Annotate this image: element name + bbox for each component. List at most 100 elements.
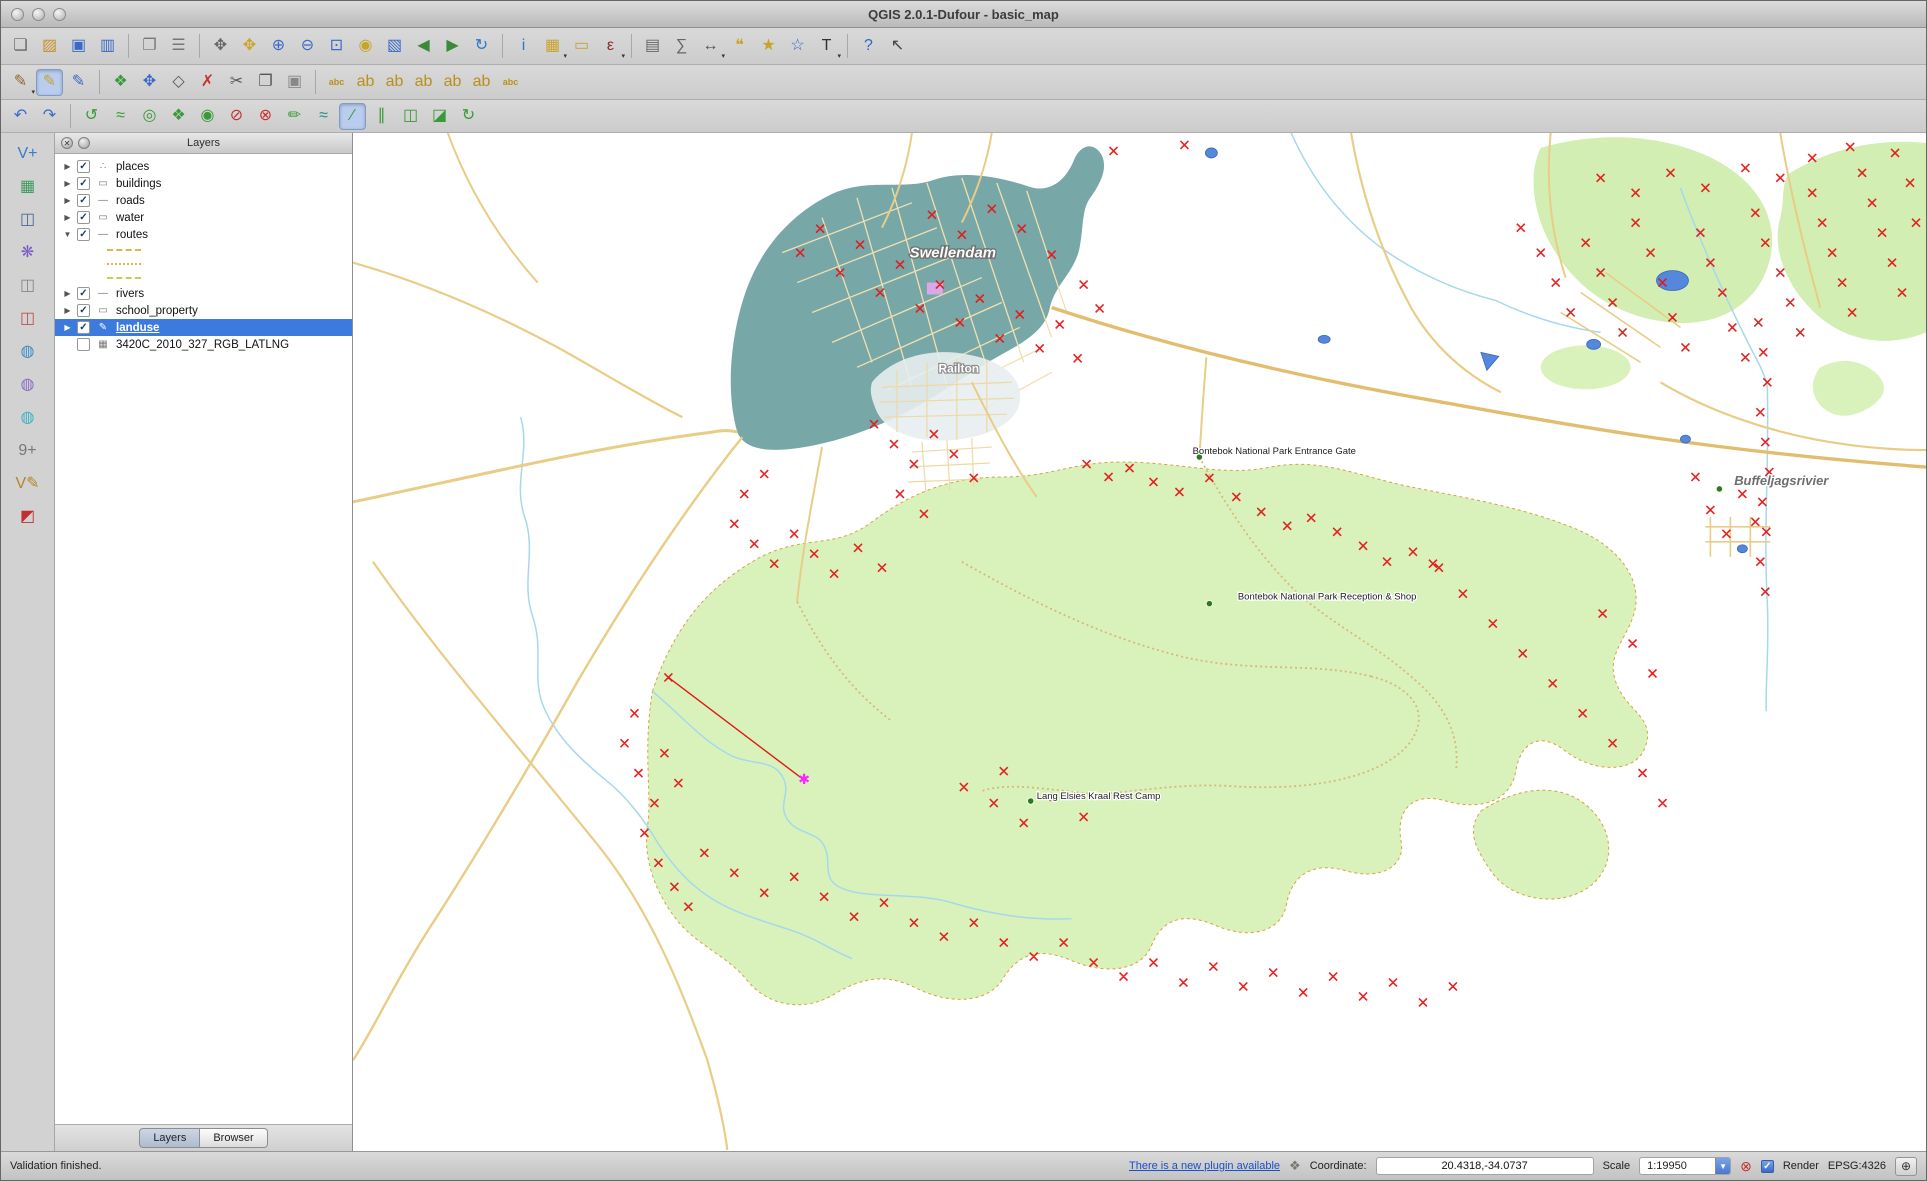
expander-icon[interactable]: ▶ [62, 196, 73, 205]
new-project-button[interactable]: ❏ [7, 33, 34, 60]
layer-visibility-checkbox[interactable]: ✓ [77, 321, 90, 334]
layer-item-places[interactable]: ▶✓∴places [55, 158, 352, 175]
cut-features-button[interactable]: ✂ [223, 69, 250, 96]
add-wfs-layer-button[interactable]: ◍ [13, 403, 43, 433]
pin-labels-button[interactable]: ab [381, 69, 408, 96]
add-vector-layer-button[interactable]: V+ [13, 139, 43, 169]
add-raster-layer-button[interactable]: ▦ [13, 172, 43, 202]
reshape-features-button[interactable]: ✏ [281, 103, 308, 130]
layer-item-landuse[interactable]: ▶✓✎landuse [55, 319, 352, 336]
offset-curve-button[interactable]: ≈ [310, 103, 337, 130]
paste-features-button[interactable]: ▣ [281, 69, 308, 96]
symbology-item[interactable] [55, 271, 352, 285]
map-tips-button[interactable]: ❝ [726, 33, 753, 60]
add-ring-button[interactable]: ◎ [136, 103, 163, 130]
expander-icon[interactable]: ▶ [62, 162, 73, 171]
panel-close-button[interactable]: ✕ [61, 137, 73, 149]
add-postgis-layer-button[interactable]: ◫ [13, 205, 43, 235]
undo-button[interactable]: ↶ [7, 103, 34, 130]
layer-visibility-checkbox[interactable]: ✓ [77, 287, 90, 300]
select-by-expression-button[interactable]: ε▾ [597, 33, 624, 60]
fill-ring-button[interactable]: ◉ [194, 103, 221, 130]
layer-visibility-checkbox[interactable]: ✓ [77, 304, 90, 317]
map-canvas[interactable]: ✱ SwellendamRailtonBontebok National Par… [353, 133, 1926, 1151]
expander-icon[interactable]: ▶ [62, 213, 73, 222]
layer-visibility-checkbox[interactable]: ✓ [77, 211, 90, 224]
layer-visibility-checkbox[interactable]: ✓ [77, 177, 90, 190]
new-print-composer-button[interactable]: ❐ [136, 33, 163, 60]
current-edits-button[interactable]: ✎▾ [7, 69, 34, 96]
rotate-label-button[interactable]: ab [468, 69, 495, 96]
delete-selected-button[interactable]: ✗ [194, 69, 221, 96]
coordinate-input[interactable] [1376, 1157, 1594, 1175]
layer-labeling-button[interactable]: abc [323, 69, 350, 96]
open-project-button[interactable]: ▨ [36, 33, 63, 60]
render-checkbox[interactable]: ✓ [1761, 1160, 1774, 1173]
rotate-feature-button[interactable]: ↺ [78, 103, 105, 130]
merge-attributes-button[interactable]: ◪ [426, 103, 453, 130]
show-bookmarks-button[interactable]: ☆ [784, 33, 811, 60]
rotate-point-symbols-button[interactable]: ↻ [455, 103, 482, 130]
layer-item-buildings[interactable]: ▶✓▭buildings [55, 175, 352, 192]
layer-visibility-checkbox[interactable]: ✓ [77, 160, 90, 173]
layer-item-routes[interactable]: ▼✓—routes [55, 226, 352, 243]
layer-item-3420C_2010_327_RGB_LATLNG[interactable]: ▦3420C_2010_327_RGB_LATLNG [55, 336, 352, 353]
split-parts-button[interactable]: ∥ [368, 103, 395, 130]
symbology-item[interactable] [55, 257, 352, 271]
scale-dropdown-arrow-icon[interactable]: ▼ [1715, 1158, 1730, 1174]
move-label-button[interactable]: ab [439, 69, 466, 96]
new-plugin-link[interactable]: There is a new plugin available [1129, 1160, 1280, 1172]
add-wcs-layer-button[interactable]: ◍ [13, 370, 43, 400]
expander-icon[interactable]: ▼ [62, 230, 73, 239]
expander-icon[interactable]: ▶ [62, 323, 73, 332]
move-feature-button[interactable]: ✥ [136, 69, 163, 96]
zoom-to-selection-button[interactable]: ◉ [352, 33, 379, 60]
measure-line-button[interactable]: ↔▾ [697, 33, 724, 60]
select-features-button[interactable]: ▦▾ [539, 33, 566, 60]
symbology-item[interactable] [55, 243, 352, 257]
plugin-icon[interactable]: ❖ [1289, 1158, 1301, 1174]
pan-to-selection-button[interactable]: ✥ [236, 33, 263, 60]
panel-tab-browser[interactable]: Browser [200, 1128, 267, 1148]
zoom-in-button[interactable]: ⊕ [265, 33, 292, 60]
toggle-editing-button[interactable]: ✎ [36, 69, 63, 96]
crs-status-button[interactable]: ⊕ [1895, 1157, 1917, 1176]
layer-item-rivers[interactable]: ▶✓—rivers [55, 285, 352, 302]
stop-render-icon[interactable]: ⊗ [1740, 1158, 1752, 1175]
add-spatialite-layer-button[interactable]: ❋ [13, 238, 43, 268]
new-spatialite-layer-button[interactable]: ◩ [13, 502, 43, 532]
expander-icon[interactable]: ▶ [62, 179, 73, 188]
layer-item-roads[interactable]: ▶✓—roads [55, 192, 352, 209]
redo-button[interactable]: ↷ [36, 103, 63, 130]
delete-ring-button[interactable]: ⊘ [223, 103, 250, 130]
layer-visibility-checkbox[interactable]: ✓ [77, 194, 90, 207]
pan-map-button[interactable]: ✥ [207, 33, 234, 60]
scale-combo[interactable]: 1:19950 ▼ [1639, 1157, 1731, 1175]
copy-features-button[interactable]: ❐ [252, 69, 279, 96]
layer-visibility-checkbox[interactable]: ✓ [77, 228, 90, 241]
composer-manager-button[interactable]: ☰ [165, 33, 192, 60]
delete-part-button[interactable]: ⊗ [252, 103, 279, 130]
add-mssql-layer-button[interactable]: ◫ [13, 271, 43, 301]
merge-features-button[interactable]: ◫ [397, 103, 424, 130]
identify-features-button[interactable]: i [510, 33, 537, 60]
text-annotation-button[interactable]: T▾ [813, 33, 840, 60]
simplify-feature-button[interactable]: ≈ [107, 103, 134, 130]
expander-icon[interactable]: ▶ [62, 289, 73, 298]
expander-icon[interactable]: ▶ [62, 306, 73, 315]
zoom-out-button[interactable]: ⊖ [294, 33, 321, 60]
whats-this-button[interactable]: ↖ [884, 33, 911, 60]
add-feature-button[interactable]: ❖ [107, 69, 134, 96]
panel-tab-layers[interactable]: Layers [139, 1128, 200, 1148]
node-tool-button[interactable]: ◇ [165, 69, 192, 96]
save-project-button[interactable]: ▣ [65, 33, 92, 60]
new-shapefile-layer-button[interactable]: V✎ [13, 469, 43, 499]
layer-item-school_property[interactable]: ▶✓▭school_property [55, 302, 352, 319]
zoom-last-button[interactable]: ◀ [410, 33, 437, 60]
add-delimited-text-layer-button[interactable]: 9+ [13, 436, 43, 466]
save-layer-edits-button[interactable]: ✎ [65, 69, 92, 96]
add-oracle-layer-button[interactable]: ◫ [13, 304, 43, 334]
add-wms-layer-button[interactable]: ◍ [13, 337, 43, 367]
panel-detach-button[interactable] [78, 137, 90, 149]
change-label-properties-button[interactable]: abc [497, 69, 524, 96]
